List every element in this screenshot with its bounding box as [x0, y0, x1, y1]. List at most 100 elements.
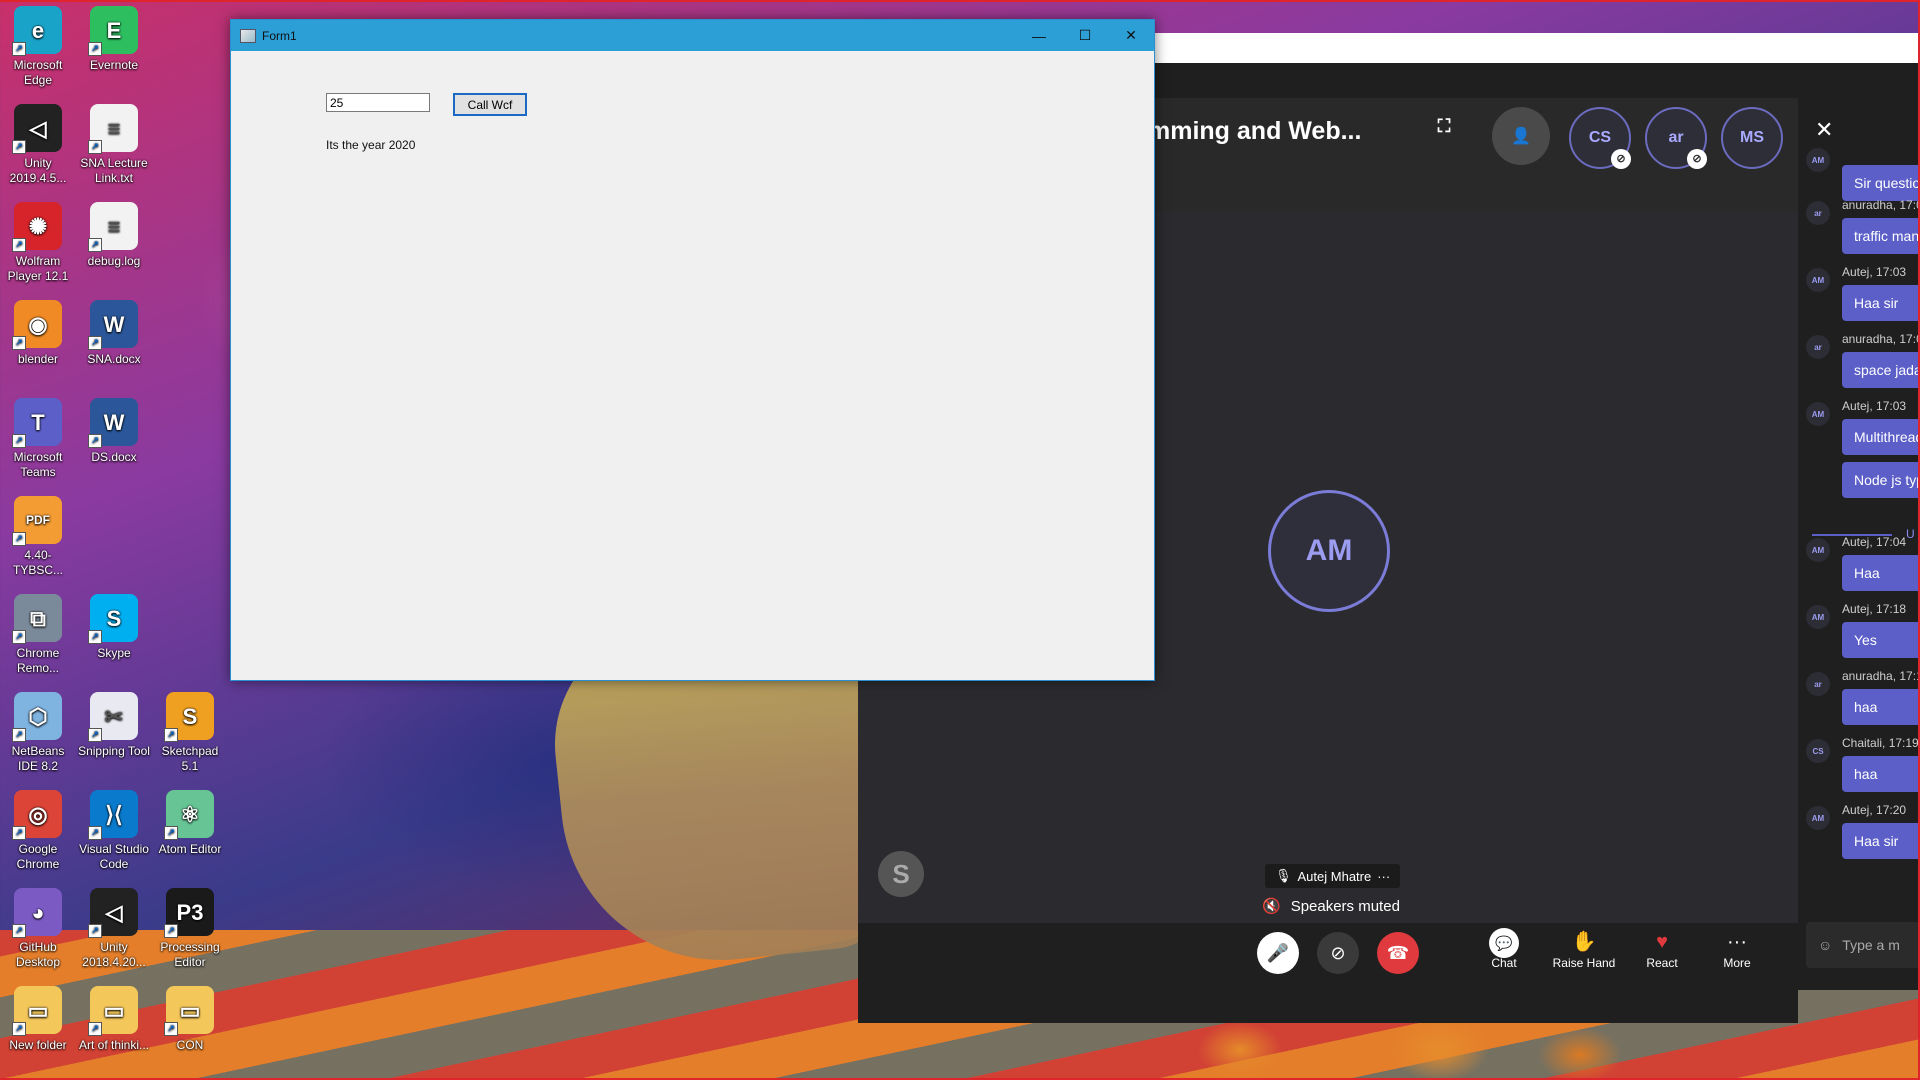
desktop-icon[interactable]: ◁ ↗ Unity 2019.4.5... [0, 102, 76, 198]
chat-message-meta: anuradha, 17:0 [1842, 198, 1920, 212]
desktop-icon[interactable]: ▭ ↗ CON [152, 984, 228, 1080]
more-button[interactable]: ··· More [1697, 928, 1777, 970]
text-file-icon: ≡ ↗ [88, 104, 138, 154]
desktop-icon[interactable]: ◁ ↗ Unity 2018.4.20... [76, 886, 152, 982]
chat-message-bubble[interactable]: space jada [1842, 352, 1920, 388]
desktop-icon[interactable]: ≡ ↗ SNA Lecture Link.txt [76, 102, 152, 198]
close-button[interactable]: ✕ [1108, 20, 1154, 51]
microphone-button[interactable]: 🎤 [1257, 932, 1299, 974]
chat-message-meta: anuradha, 17:0 [1842, 332, 1920, 346]
desktop-icon[interactable]: W ↗ DS.docx [76, 396, 152, 492]
chat-message-meta: Autej, 17:03 [1842, 399, 1907, 413]
edge-icon: e ↗ [12, 6, 62, 56]
snipping-tool-icon: ✂ ↗ [88, 692, 138, 742]
desktop-icon[interactable]: ◉ ↗ blender [0, 298, 76, 394]
desktop-icon[interactable]: P3 ↗ Processing Editor [152, 886, 228, 982]
desktop-icon[interactable]: ✺ ↗ Wolfram Player 12.1 [0, 200, 76, 296]
layout-icon[interactable]: ⛶ [1426, 108, 1462, 144]
raise-hand-button[interactable]: ✋ Raise Hand [1544, 928, 1624, 970]
compose-placeholder: Type a m [1842, 937, 1900, 953]
hand-icon: ✋ [1571, 931, 1597, 953]
desktop-icon[interactable]: ▭ ↗ Art of thinki... [76, 984, 152, 1080]
folder-icon: ▭ ↗ [88, 986, 138, 1036]
desktop-icon[interactable]: T ↗ Microsoft Teams [0, 396, 76, 492]
participant-initials: MS [1740, 129, 1764, 146]
desktop-icon[interactable]: ⚛ ↗ Atom Editor [152, 788, 228, 884]
chat-message-bubble[interactable]: haa [1842, 756, 1920, 792]
desktop-icon[interactable]: ◕ ↗ GitHub Desktop [0, 886, 76, 982]
add-people-button[interactable]: 👤 [1492, 107, 1550, 165]
shortcut-arrow-icon: ↗ [88, 1022, 102, 1036]
desktop-icon-label: Wolfram Player 12.1 [7, 254, 69, 283]
desktop-icon[interactable]: ⟩⟨ ↗ Visual Studio Code [76, 788, 152, 884]
participant-avatar[interactable]: MS [1721, 107, 1783, 169]
maximize-button[interactable]: ☐ [1062, 20, 1108, 51]
processing-icon: P3 ↗ [164, 888, 214, 938]
unread-divider-label: U [1906, 527, 1915, 541]
chat-message-bubble[interactable]: Sir questio [1842, 165, 1920, 201]
minimize-button[interactable]: — [1016, 20, 1062, 51]
speaker-muted-icon: 🔇 [1262, 898, 1281, 915]
ellipsis-icon: ··· [1727, 931, 1747, 953]
chat-message-bubble[interactable]: Multithread [1842, 419, 1920, 455]
add-person-icon: 👤 [1511, 128, 1531, 145]
skype-watermark-icon: S [878, 851, 924, 897]
chat-button[interactable]: 💬 Chat [1464, 928, 1544, 970]
desktop-icon[interactable]: ◎ ↗ Google Chrome [0, 788, 76, 884]
shortcut-arrow-icon: ↗ [88, 434, 102, 448]
desktop-icon-label: GitHub Desktop [15, 940, 61, 969]
phone-hangup-icon: ☎ [1386, 942, 1410, 963]
participant-avatar[interactable]: CS ⊘ [1569, 107, 1631, 169]
unity-icon: ◁ ↗ [88, 888, 138, 938]
desktop-icon-label: Chrome Remo... [16, 646, 60, 675]
shortcut-arrow-icon: ↗ [12, 924, 26, 938]
desktop-icon[interactable]: ✂ ↗ Snipping Tool [76, 690, 152, 786]
desktop-icon-label: New folder [9, 1038, 67, 1052]
chat-message-bubble[interactable]: haa [1842, 689, 1920, 725]
desktop-icon[interactable]: e ↗ Microsoft Edge [0, 4, 76, 100]
chat-message-bubble[interactable]: Node js typ [1842, 462, 1920, 498]
desktop-icon[interactable]: PDF ↗ 4.40-TYBSC... [0, 494, 76, 590]
chat-message-bubble[interactable]: Haa [1842, 555, 1920, 591]
chat-message-bubble[interactable]: Yes [1842, 622, 1920, 658]
form1-title-bar[interactable]: Form1 — ☐ ✕ [231, 20, 1154, 51]
chat-sender-avatar: AM [1806, 538, 1830, 562]
netbeans-icon: ⬡ ↗ [12, 692, 62, 742]
desktop-icon-label: SNA.docx [87, 352, 141, 366]
desktop-icon-label: blender [17, 352, 59, 366]
desktop-icon-label: CON [176, 1038, 204, 1052]
hang-up-button[interactable]: ☎ [1377, 932, 1419, 974]
desktop-icon[interactable]: ≡ ↗ debug.log [76, 200, 152, 296]
chat-message-meta: Autej, 17:20 [1842, 803, 1907, 817]
chat-message-meta: Chaitali, 17:19 [1842, 736, 1919, 750]
chat-message-bubble[interactable]: traffic man [1842, 218, 1920, 254]
chrome-remote-icon: ⧉ ↗ [12, 594, 62, 644]
text-file-icon: ≡ ↗ [88, 202, 138, 252]
chat-message-bubble[interactable]: Haa sir [1842, 285, 1920, 321]
atom-icon: ⚛ ↗ [164, 790, 214, 840]
desktop-icon[interactable]: E ↗ Evernote [76, 4, 152, 100]
desktop-icon[interactable]: ▭ ↗ New folder [0, 984, 76, 1080]
react-button[interactable]: ♥ React [1622, 928, 1702, 970]
react-label: React [1646, 956, 1678, 970]
emoji-icon[interactable]: ☺ [1818, 937, 1832, 953]
speaker-name-chip[interactable]: 🎙 Autej Mhatre ··· [1265, 864, 1401, 888]
teams-icon: T ↗ [12, 398, 62, 448]
camera-button[interactable]: ⊘ [1317, 932, 1359, 974]
close-icon[interactable]: ✕ [1815, 117, 1833, 143]
shortcut-arrow-icon: ↗ [88, 630, 102, 644]
desktop-icon[interactable]: ⧉ ↗ Chrome Remo... [0, 592, 76, 688]
year-input[interactable] [326, 93, 430, 112]
chat-compose-box[interactable]: ☺ Type a m [1806, 922, 1920, 968]
desktop-icon[interactable]: S ↗ Sketchpad 5.1 [152, 690, 228, 786]
desktop-icon[interactable]: W ↗ SNA.docx [76, 298, 152, 394]
word-icon: W ↗ [88, 398, 138, 448]
participant-avatar[interactable]: ar ⊘ [1645, 107, 1707, 169]
chat-message-bubble[interactable]: Haa sir [1842, 823, 1920, 859]
more-options-icon[interactable]: ··· [1377, 869, 1390, 884]
form1-title: Form1 [262, 28, 297, 43]
desktop-icon[interactable]: S ↗ Skype [76, 592, 152, 688]
desktop-icon-label: DS.docx [91, 450, 137, 464]
desktop-icon[interactable]: ⬡ ↗ NetBeans IDE 8.2 [0, 690, 76, 786]
call-wcf-button[interactable]: Call Wcf [453, 93, 527, 116]
